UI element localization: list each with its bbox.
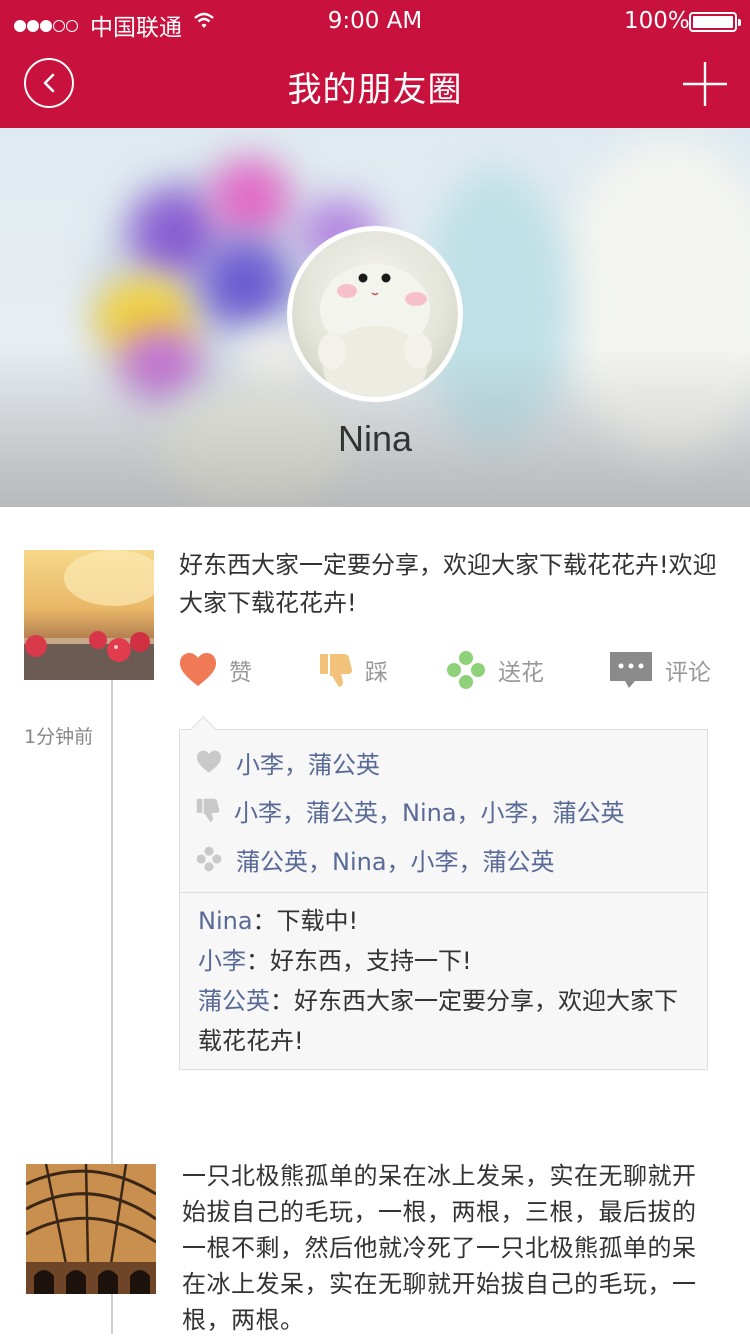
profile-name: Nina: [337, 418, 413, 459]
post-actions: 赞 踩 送花 评论: [179, 648, 719, 692]
post-thumbnail[interactable]: [24, 550, 154, 680]
post-thumbnail[interactable]: [26, 1164, 156, 1294]
plus-icon[interactable]: [683, 62, 727, 106]
feedback-panel: 小李，蒲公英 小李，蒲公英，Nina，小李，蒲公英 蒲公英，Nina，小李，蒲公…: [179, 729, 708, 1070]
send-flower-button[interactable]: 送花: [446, 648, 544, 692]
dislike-label: 踩: [365, 660, 388, 686]
comment-author[interactable]: Nina: [198, 907, 253, 935]
thumbs-down-icon: [196, 798, 220, 822]
like-label: 赞: [229, 660, 252, 686]
post-text: 一只北极熊孤单的呆在冰上发呆，实在无聊就开始拔自己的毛玩，一根，两根，三根，最后…: [182, 1162, 697, 1334]
heart-icon: [197, 750, 221, 773]
thumbs-down-icon: [320, 654, 352, 687]
comment-label: 评论: [665, 660, 711, 686]
comment-author[interactable]: 小李: [198, 947, 246, 975]
top-bar: 中国联通 9:00 AM 100% 我的朋友圈: [0, 0, 750, 128]
comment-button[interactable]: 评论: [609, 648, 711, 692]
flowers-row: 蒲公英，Nina，小李，蒲公英: [196, 841, 555, 877]
comment-item: Nina：下载中!: [198, 901, 693, 941]
like-button[interactable]: 赞: [179, 648, 252, 692]
cover-image: Nina: [0, 128, 750, 507]
comment-text: ：好东西，支持一下!: [246, 947, 472, 975]
battery-icon: [689, 12, 741, 32]
heart-icon: [180, 653, 216, 686]
comment-author[interactable]: 蒲公英: [198, 987, 270, 1015]
comment-icon: [610, 652, 652, 688]
dislike-button[interactable]: 踩: [319, 648, 388, 692]
comment-item: 小李：好东西，支持一下!: [198, 941, 693, 981]
battery-percent: 100%: [624, 8, 690, 34]
flowers-names[interactable]: 蒲公英，Nina，小李，蒲公英: [236, 842, 555, 877]
page-title: 我的朋友圈: [287, 70, 463, 110]
flower-icon: [196, 846, 222, 872]
dislikes-names[interactable]: 小李，蒲公英，Nina，小李，蒲公英: [234, 793, 625, 828]
comment-text: ：下载中!: [252, 907, 359, 935]
dislikes-row: 小李，蒲公英，Nina，小李，蒲公英: [196, 792, 625, 828]
status-bar: 中国联通 9:00 AM 100%: [0, 0, 750, 44]
send-flower-label: 送花: [498, 660, 544, 686]
likes-row: 小李，蒲公英: [196, 744, 380, 780]
divider: [180, 892, 707, 893]
post-text: 好东西大家一定要分享，欢迎大家下载花花卉!欢迎大家下载花花卉!: [179, 551, 717, 617]
likes-names[interactable]: 小李，蒲公英: [236, 745, 380, 780]
avatar[interactable]: [287, 226, 463, 402]
post-time: 1分钟前: [24, 726, 94, 748]
flower-icon: [447, 651, 485, 689]
comment-item: 蒲公英：好东西大家一定要分享，欢迎大家下载花花卉!: [198, 981, 693, 1061]
comment-text: ：好东西大家一定要分享，欢迎大家下载花花卉!: [198, 987, 678, 1055]
